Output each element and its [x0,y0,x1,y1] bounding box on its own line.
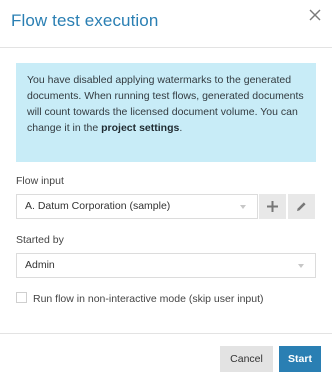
flow-input-select[interactable]: A. Datum Corporation (sample) [16,194,258,219]
flow-test-execution-dialog: Flow test execution You have disabled ap… [0,0,332,381]
started-by-select[interactable]: Admin [16,253,316,278]
project-settings-link[interactable]: project settings [101,122,179,134]
cancel-button[interactable]: Cancel [220,346,273,372]
non-interactive-label: Run flow in non-interactive mode (skip u… [33,293,264,305]
started-by-value: Admin [25,259,55,271]
non-interactive-option[interactable]: Run flow in non-interactive mode (skip u… [16,292,264,305]
footer-divider [0,333,332,334]
non-interactive-checkbox[interactable] [16,292,27,303]
add-flow-input-button[interactable] [259,194,286,219]
start-button[interactable]: Start [279,346,321,372]
close-icon[interactable] [308,8,322,22]
info-text-end: . [179,122,183,134]
flow-input-label: Flow input [16,175,64,187]
chevron-down-icon [298,264,304,268]
dialog-title: Flow test execution [11,11,159,30]
watermark-info-box: You have disabled applying watermarks to… [16,63,316,162]
header-divider [0,47,332,48]
flow-input-value: A. Datum Corporation (sample) [25,200,171,212]
edit-flow-input-button[interactable] [288,194,315,219]
started-by-label: Started by [16,234,64,246]
chevron-down-icon [240,205,246,209]
